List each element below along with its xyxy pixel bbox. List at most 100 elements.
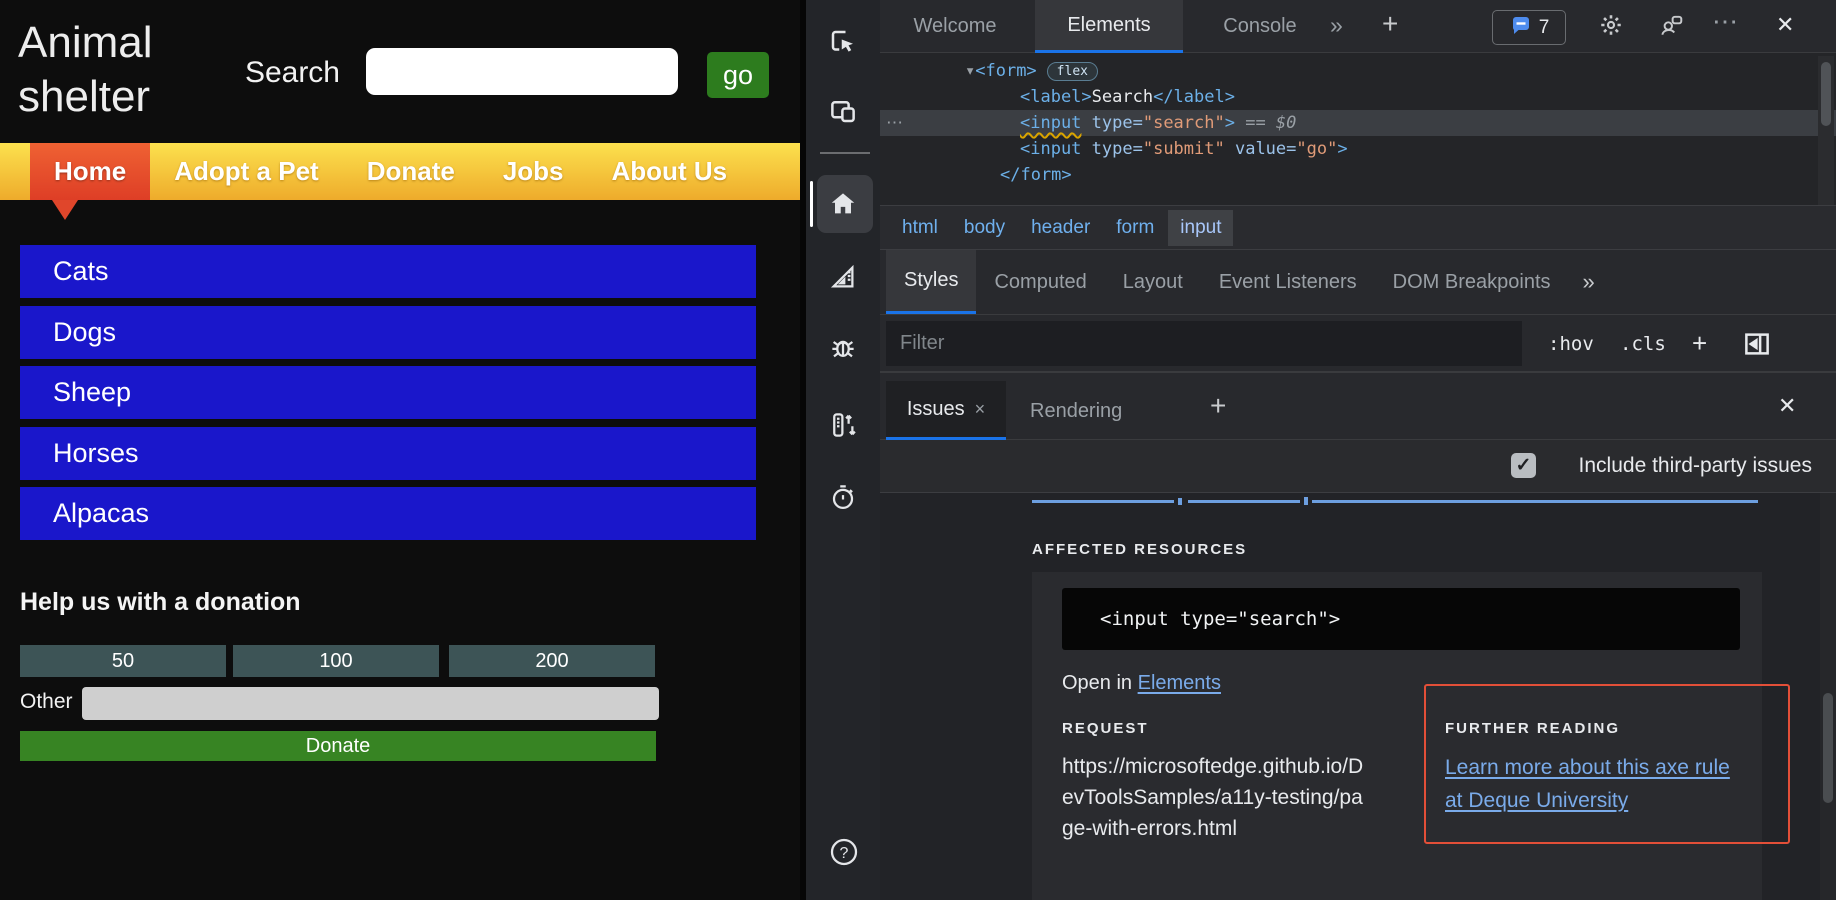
inspect-cursor-icon[interactable] (828, 27, 858, 57)
dom-breadcrumb: html body header form input (880, 205, 1836, 250)
close-issues-tab-icon[interactable]: × (975, 399, 986, 420)
open-in-elements-link[interactable]: Elements (1138, 672, 1221, 694)
more-tabs-button[interactable]: » (1330, 12, 1343, 39)
elements-scrollbar[interactable] (1818, 56, 1834, 205)
code-line-input-submit[interactable]: <input type="submit" value="go"> (880, 136, 1836, 162)
code-line-form-open[interactable]: ▾<form>flex (880, 58, 1836, 84)
issues-toolbar: ✓ Include third-party issues (880, 440, 1836, 492)
third-party-checkbox-label[interactable]: Include third-party issues (1579, 454, 1812, 478)
category-button-dogs[interactable]: Dogs (20, 306, 756, 359)
affected-resources-heading: AFFECTED RESOURCES (1032, 541, 1247, 558)
settings-gear-icon[interactable] (1598, 12, 1624, 45)
tab-computed[interactable]: Computed (976, 250, 1104, 314)
code-line-label[interactable]: <label>Search</label> (880, 84, 1836, 110)
nav-item-jobs[interactable]: Jobs (479, 143, 588, 200)
issue-gutter-dots-icon[interactable]: ⋯ (886, 110, 905, 136)
add-tab-button[interactable]: + (1382, 8, 1398, 40)
deque-university-link[interactable]: Learn more about this axe rule at Deque … (1445, 751, 1735, 817)
toggle-class-button[interactable]: .cls (1620, 315, 1666, 372)
tab-layout[interactable]: Layout (1105, 250, 1201, 314)
styles-more-tabs-button[interactable]: » (1569, 250, 1609, 314)
search-input[interactable] (366, 48, 678, 95)
main-nav: Home Adopt a Pet Donate Jobs About Us (0, 143, 800, 200)
home-active-indicator (810, 181, 813, 227)
request-heading: REQUEST (1062, 720, 1382, 737)
breadcrumb-header[interactable]: header (1031, 217, 1090, 239)
animal-shelter-page: Animalshelter Search go Home Adopt a Pet… (0, 0, 800, 900)
donate-button[interactable]: Donate (20, 731, 656, 761)
styles-filter-input[interactable] (886, 321, 1522, 366)
category-button-alpacas[interactable]: Alpacas (20, 487, 756, 540)
new-style-rule-button[interactable]: + (1692, 315, 1707, 372)
breadcrumb-body[interactable]: body (964, 217, 1005, 239)
request-url: https://microsoftedge.github.io/DevTools… (1062, 751, 1372, 844)
category-button-horses[interactable]: Horses (20, 427, 756, 480)
nav-item-donate[interactable]: Donate (343, 143, 479, 200)
open-in-line: Open in Elements (1062, 672, 1221, 695)
help-icon[interactable]: ? (828, 836, 858, 866)
device-toolbar-icon[interactable] (828, 96, 858, 126)
page-title-line1: Animal (18, 18, 153, 67)
styles-filter-row: :hov .cls + (880, 315, 1836, 372)
elements-tree: ▾<form>flex <label>Search</label> <input… (880, 53, 1836, 205)
issue-details: AFFECTED RESOURCES <input type="search">… (880, 493, 1836, 900)
tab-dom-breakpoints[interactable]: DOM Breakpoints (1375, 250, 1569, 314)
toggle-sidebar-icon[interactable] (1742, 315, 1772, 372)
home-icon[interactable] (828, 189, 858, 219)
issues-count: 7 (1539, 17, 1550, 39)
amount-button-100[interactable]: 100 (233, 645, 439, 677)
further-reading-section: FURTHER READING Learn more about this ax… (1445, 720, 1745, 817)
tab-rendering[interactable]: Rendering (1030, 381, 1122, 441)
request-section: REQUEST https://microsoftedge.github.io/… (1062, 720, 1382, 844)
stopwatch-icon[interactable] (828, 482, 858, 512)
toggle-hover-state-button[interactable]: :hov (1548, 315, 1594, 372)
svg-text:?: ? (840, 845, 849, 862)
tab-styles[interactable]: Styles (886, 250, 976, 314)
amount-button-50[interactable]: 50 (20, 645, 226, 677)
screen: Animalshelter Search go Home Adopt a Pet… (0, 0, 1836, 900)
other-amount-label: Other (20, 690, 73, 714)
expand-arrow-icon[interactable]: ▾ (965, 61, 975, 81)
code-line-form-close[interactable]: </form> (880, 162, 1836, 188)
third-party-checkbox[interactable]: ✓ (1511, 453, 1536, 478)
tab-elements[interactable]: Elements (1035, 0, 1183, 53)
close-drawer-button[interactable]: ✕ (1778, 393, 1796, 419)
clipped-link-line (1312, 500, 1758, 503)
drawer-tabbar: Issues× Rendering + ✕ (880, 372, 1836, 440)
other-amount-input[interactable] (82, 687, 659, 720)
go-button[interactable]: go (707, 52, 769, 98)
flex-badge[interactable]: flex (1047, 62, 1098, 81)
bug-icon[interactable] (828, 332, 858, 362)
sort-order-icon[interactable] (828, 410, 858, 440)
nav-item-adopt[interactable]: Adopt a Pet (150, 143, 342, 200)
tab-welcome[interactable]: Welcome (900, 0, 1010, 53)
breadcrumb-html[interactable]: html (902, 217, 938, 239)
page-title-line2: shelter (18, 72, 150, 121)
nav-item-home[interactable]: Home (30, 143, 150, 200)
clipped-link-line (1188, 500, 1300, 503)
activity-bar-divider (820, 152, 870, 154)
nav-item-about[interactable]: About Us (588, 143, 752, 200)
breadcrumb-form[interactable]: form (1116, 217, 1154, 239)
issues-counter-badge[interactable]: 7 (1492, 10, 1566, 45)
category-button-sheep[interactable]: Sheep (20, 366, 756, 419)
tab-event-listeners[interactable]: Event Listeners (1201, 250, 1375, 314)
code-line-input-search-selected[interactable]: <input type="search"> == $0 (880, 110, 1836, 136)
category-button-cats[interactable]: Cats (20, 245, 756, 298)
page-title: Animal shelter (18, 16, 153, 124)
issues-scrollbar[interactable] (1820, 493, 1836, 900)
breadcrumb-input[interactable]: input (1168, 210, 1233, 246)
issues-chat-icon (1509, 13, 1533, 42)
tab-issues[interactable]: Issues× (886, 381, 1006, 441)
amount-button-200[interactable]: 200 (449, 645, 655, 677)
affected-resource-card: <input type="search"> Open in Elements R… (1032, 572, 1762, 900)
devtools-tabbar: Welcome Elements Console » + 7 (880, 0, 1836, 53)
feedback-icon[interactable] (1658, 13, 1684, 46)
tab-console[interactable]: Console (1210, 0, 1310, 53)
measure-ruler-icon[interactable] (828, 262, 858, 292)
clipped-link-comma (1178, 498, 1182, 505)
close-devtools-button[interactable]: ✕ (1776, 12, 1794, 38)
active-nav-pointer-icon (52, 200, 78, 220)
more-options-button[interactable]: ⋯ (1712, 6, 1738, 37)
add-drawer-tab-button[interactable]: + (1210, 390, 1226, 422)
